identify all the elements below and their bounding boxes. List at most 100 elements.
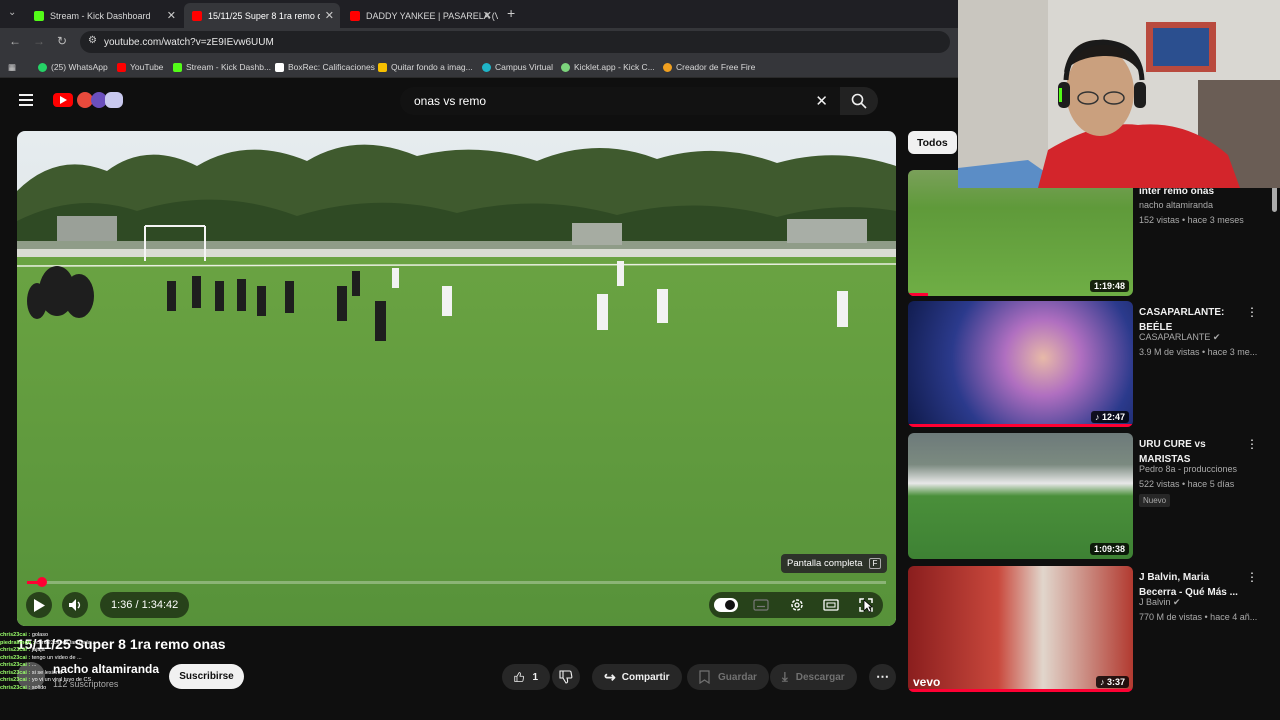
thumbnail[interactable]: ♪ 12:47 [908,301,1133,427]
save-button[interactable]: Guardar [687,664,769,690]
theater-mode-button[interactable] [822,597,840,613]
autoplay-toggle-knob [725,600,735,610]
video-frame [17,131,896,626]
video-title[interactable]: URU CURE vs MARISTAS [1139,437,1244,467]
download-button[interactable]: ⤓ Descargar [770,664,857,690]
channel-name[interactable]: J Balvin ✔ [1139,597,1181,608]
more-vertical-icon[interactable]: ⋮ [1246,437,1258,451]
autoplay-toggle[interactable] [714,598,738,612]
recommendation-item[interactable]: 1:09:38 URU CURE vs MARISTAS Pedro 8a - … [908,433,1268,559]
chat-message: chris23cai : jajaja [0,647,160,655]
recommendation-item[interactable]: vevo ♪ 3:37 J Balvin, Maria Becerra - Qu… [908,566,1268,692]
stream-chat-overlay: chris23cai : golaso piedralimon : chris23… [0,632,160,692]
clear-search-icon[interactable]: ✕ [815,92,828,110]
bookmark-youtube[interactable]: YouTube [117,60,163,74]
sidebar-scrollbar[interactable] [1272,186,1277,212]
kicklet-icon [561,62,570,72]
thumbnail[interactable]: 1:19:48 [908,170,1133,296]
new-badge: Nuevo [1139,494,1171,507]
thumbnail-progress [908,424,1133,427]
chat-username: piedralimon : [0,639,35,646]
thumbnail-progress [908,293,928,296]
close-icon[interactable]: ✕ [483,9,492,22]
volume-button[interactable] [62,592,88,618]
free-fire-icon [663,62,672,72]
like-button[interactable]: 1 [502,664,550,690]
recommendation-item[interactable]: 1:19:48 inter remo onas nacho altamirand… [908,170,1268,296]
time-display: 1:36 / 1:34:42 [100,592,190,618]
forward-icon[interactable]: → [33,34,45,48]
more-vertical-icon[interactable]: ⋮ [1246,570,1258,584]
chat-username: chris23cai : [0,669,31,676]
folder-icon [378,62,387,72]
bookmark-whatsapp[interactable]: (25) WhatsApp [38,60,108,74]
apps-grid-icon[interactable]: ▦ [8,60,16,74]
share-icon: ↪ [604,668,616,685]
video-title[interactable]: CASAPARLANTE: BEÉLE [1139,305,1244,335]
youtube-logo[interactable] [53,91,125,109]
search-icon [851,93,867,109]
chat-message: piedralimon : chris23cai es fan de la ..… [0,640,160,648]
channel-name[interactable]: nacho altamiranda [1139,200,1213,210]
play-button[interactable] [26,592,52,618]
bookmark-boxrec[interactable]: BoxRec: Calificaciones [275,60,375,74]
thumbs-up-icon [514,672,524,682]
chat-username: chris23cai : [0,684,31,691]
url-field[interactable]: ⚙ youtube.com/watch?v=zE9IEvw6UUM [80,31,950,53]
dislike-button[interactable] [552,664,580,690]
back-icon[interactable]: ← [9,34,21,48]
close-icon[interactable]: ✕ [167,9,176,22]
thumbnail[interactable]: vevo ♪ 3:37 [908,566,1133,692]
doodle-circle-icon [105,92,123,108]
search-input[interactable]: onas vs remo ✕ [400,87,840,115]
close-icon[interactable]: ✕ [325,9,334,22]
subscribe-button[interactable]: Suscribirse [169,664,244,689]
chat-text: ... [31,662,37,668]
channel-text: CASAPARLANTE [1139,332,1211,342]
new-tab-button[interactable]: + [507,5,515,21]
recommendation-item[interactable]: ♪ 12:47 CASAPARLANTE: BEÉLE CASAPARLANTE… [908,301,1268,427]
subtitles-button[interactable] [752,597,770,613]
download-icon: ⤓ [782,669,788,684]
video-player[interactable]: Pantalla completa F 1:36 / 1:34:42 [17,131,896,626]
site-info-icon[interactable]: ⚙ [88,35,97,46]
share-button[interactable]: ↪ Compartir [592,664,682,690]
thumbnail[interactable]: 1:09:38 [908,433,1133,559]
channel-name[interactable]: CASAPARLANTE ✔ [1139,332,1220,343]
tab-label: 15/11/25 Super 8 1ra remo onas [208,10,320,21]
tab-daddy-yankee[interactable]: DADDY YANKEE | PASARELA (V ✕ [342,3,498,28]
reload-icon[interactable]: ↻ [57,34,67,48]
tab-youtube-video[interactable]: 15/11/25 Super 8 1ra remo onas ✕ [184,3,340,28]
bookmark-campus-virtual[interactable]: Campus Virtual [482,60,553,74]
bookmark-kicklet[interactable]: Kicklet.app - Kick C... [561,60,655,74]
youtube-icon [192,10,202,21]
filter-chip-all[interactable]: Todos [908,131,957,154]
tab-list-chevron-icon[interactable]: ⌄ [8,7,16,18]
bookmark-kick[interactable]: Stream - Kick Dashb... [173,60,271,74]
settings-button[interactable] [788,596,806,614]
kick-icon [34,10,44,21]
bookmark-quitar-fondo[interactable]: Quitar fondo a imag... [378,60,473,74]
music-note-icon: ♪ [1094,412,1102,422]
chat-username: chris23cai : [0,647,31,653]
menu-icon[interactable] [19,94,33,106]
progress-scrubber[interactable] [36,577,47,587]
chat-message: chris23cai : tengo un video de ... [0,655,160,663]
play-icon [33,598,45,612]
more-actions-button[interactable]: ⋯ [869,664,896,690]
video-title[interactable]: J Balvin, Maria Becerra - Qué Más ... [1139,570,1244,600]
chat-username: chris23cai : [0,654,31,661]
more-vertical-icon[interactable]: ⋮ [1246,305,1258,319]
gear-icon [791,599,803,611]
bookmark-label: (25) WhatsApp [51,62,108,72]
progress-bar[interactable] [27,577,886,587]
duration-badge: 1:19:48 [1089,280,1129,292]
tab-kick-dashboard[interactable]: Stream - Kick Dashboard ✕ [26,3,182,28]
more-horizontal-icon: ⋯ [876,669,889,684]
bookmark-free-fire[interactable]: Creador de Free Fire [663,60,755,74]
channel-name[interactable]: Pedro 8a - producciones [1139,464,1237,474]
download-label: Descargar [795,671,845,683]
kick-icon [173,62,182,72]
search-button[interactable] [840,87,878,115]
share-label: Compartir [621,671,670,683]
